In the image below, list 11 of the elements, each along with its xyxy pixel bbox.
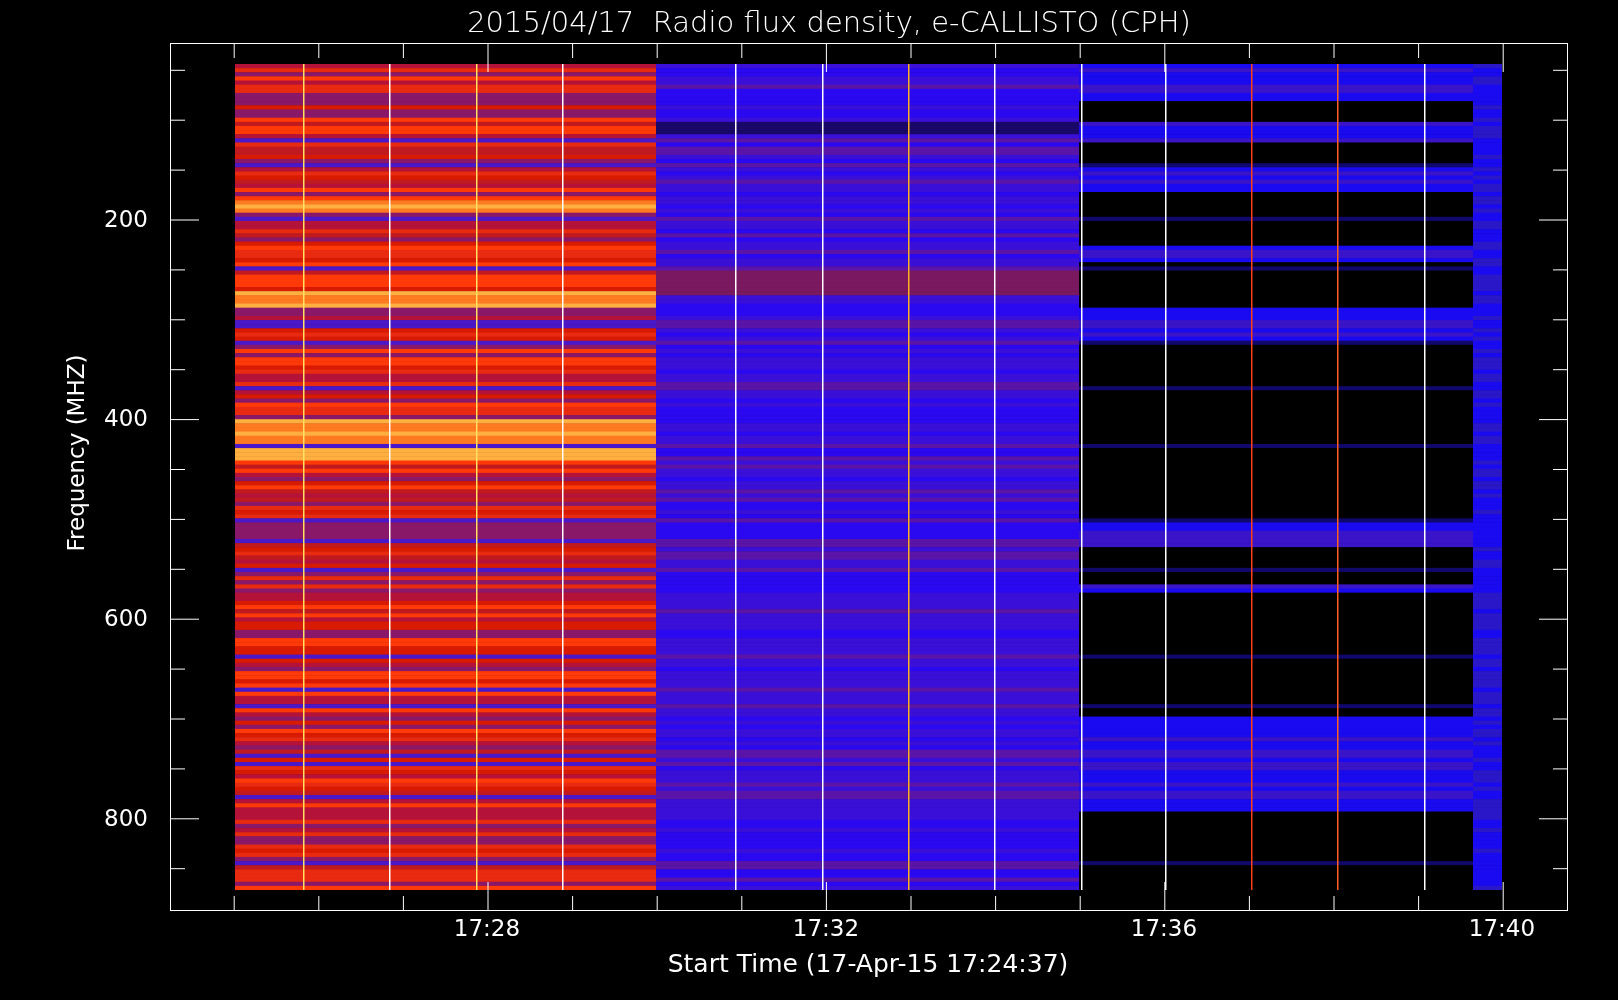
y-tick-label: 800 <box>104 805 148 831</box>
x-tick-label: 17:32 <box>792 915 860 941</box>
y-tick-label: 200 <box>104 206 148 232</box>
chart-title: 2015/04/17 Radio flux density, e-CALLISTO (CPH) <box>466 3 1192 41</box>
y-tick-label: 400 <box>104 405 148 431</box>
x-axis-label: Start Time (17-Apr-15 17:24:37) <box>667 949 1069 978</box>
x-tick-label: 17:40 <box>1468 915 1536 941</box>
y-axis-label: Frequency (MHZ) <box>63 354 89 552</box>
x-tick-label: 17:36 <box>1130 915 1198 941</box>
y-tick-label: 600 <box>104 605 148 631</box>
x-tick-label: 17:28 <box>453 915 521 941</box>
